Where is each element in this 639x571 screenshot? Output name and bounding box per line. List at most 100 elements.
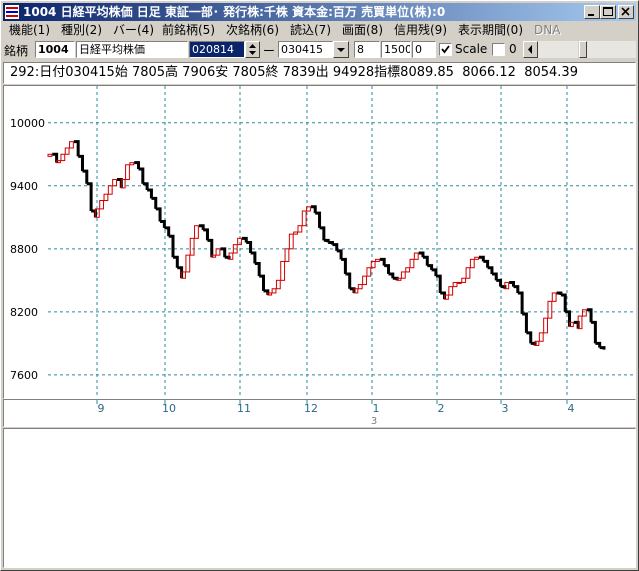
candle-down: [341, 257, 347, 275]
candle-up: [288, 233, 294, 250]
candle-down: [517, 291, 524, 314]
menu-type[interactable]: 種別(2): [61, 22, 102, 39]
candle-down: [483, 259, 490, 268]
candle-down: [160, 220, 166, 228]
maximize-button[interactable]: [600, 5, 616, 19]
year-label: 3: [371, 416, 377, 426]
menu-function[interactable]: 機能(1): [9, 22, 50, 39]
candle-up: [409, 258, 415, 269]
candle-down: [332, 243, 339, 251]
scrollbar-thumb[interactable]: [579, 41, 587, 58]
candle-down: [246, 241, 253, 254]
candle-down: [345, 272, 352, 289]
menu-margin[interactable]: 信用残(9): [394, 22, 447, 39]
menu-screen[interactable]: 画面(8): [342, 22, 383, 39]
candle-down: [203, 228, 209, 241]
scroll-left-button[interactable]: [523, 41, 538, 58]
close-icon: [621, 7, 630, 16]
date-from-spinner[interactable]: [245, 41, 260, 58]
candle-down: [422, 255, 429, 266]
candle-up: [413, 252, 419, 260]
close-button[interactable]: [618, 5, 634, 19]
candle-down: [384, 264, 390, 275]
candle-down: [509, 280, 515, 287]
x-tick-label: 4: [568, 402, 575, 415]
candle-down: [479, 255, 485, 262]
stock-code-field[interactable]: 1004: [35, 41, 75, 58]
scrollbar-track[interactable]: [538, 41, 578, 58]
candle-up: [125, 164, 130, 180]
candle-down: [591, 320, 597, 344]
option-checkbox[interactable]: [492, 43, 505, 56]
app-window: 1004 日経平均株価 日足 東証一部･ 発行株:千株 資本金:百万 売買単位(…: [0, 0, 639, 571]
scale-checkbox[interactable]: [439, 43, 452, 56]
candle-down: [241, 236, 248, 243]
candle-down: [134, 161, 141, 169]
candle-down: [310, 205, 317, 214]
title-bar[interactable]: 1004 日経平均株価 日足 東証一部･ 発行株:千株 資本金:百万 売買単位(…: [3, 3, 636, 21]
menu-period[interactable]: 表示期間(0): [458, 22, 523, 39]
menu-next-stock[interactable]: 次銘柄(6): [226, 22, 279, 39]
option-value: 0: [509, 42, 517, 56]
param1-field[interactable]: 8: [354, 41, 380, 58]
stock-name-field[interactable]: 日経平均株価: [76, 41, 188, 58]
candle-down: [116, 177, 123, 188]
date-range-dash: ー: [263, 44, 276, 58]
chevron-down-icon: [337, 48, 345, 52]
candle-down: [207, 238, 214, 258]
candle-down: [224, 255, 231, 260]
x-tick-label: 2: [438, 402, 445, 415]
candle-up: [194, 225, 199, 239]
candle-down: [522, 312, 528, 333]
menu-prev-stock[interactable]: 前銘柄(5): [162, 22, 215, 39]
candle-down: [336, 249, 343, 260]
candle-up: [366, 267, 372, 277]
menu-bar: 機能(1) 種別(2) バー(4) 前銘柄(5) 次銘柄(6) 読込(7) 画面…: [3, 22, 636, 39]
candle-down: [151, 196, 158, 209]
minimize-button[interactable]: [584, 5, 600, 19]
candle-up: [357, 284, 363, 290]
candle-down: [172, 255, 179, 268]
candle-up: [469, 258, 475, 269]
menu-load[interactable]: 読込(7): [290, 22, 331, 39]
minimize-icon: [588, 14, 594, 16]
candle-up: [129, 162, 135, 166]
candle-up: [64, 147, 70, 155]
candle-up: [405, 267, 411, 273]
candle-down: [155, 207, 162, 222]
candle-down: [349, 287, 356, 293]
candle-down: [388, 272, 395, 279]
date-axis: 9 10 11 12 1 2 3 43: [96, 400, 575, 427]
candle-up: [275, 279, 281, 290]
candle-down: [177, 266, 184, 279]
date-to-dropdown[interactable]: [333, 41, 349, 58]
candle-down: [440, 291, 447, 300]
candle-down: [198, 224, 205, 230]
candle-down: [379, 257, 386, 266]
maximize-icon: [603, 7, 613, 16]
candle-down: [487, 266, 494, 275]
param3-field[interactable]: 0: [412, 41, 436, 58]
candle-down: [52, 152, 59, 163]
candle-up: [543, 317, 548, 334]
x-tick-label: 10: [162, 402, 176, 415]
candle-down: [319, 226, 326, 241]
scrollbar-track-right[interactable]: [587, 41, 636, 58]
candle-down: [78, 154, 84, 172]
candle-down: [496, 278, 503, 287]
candle-up: [60, 153, 66, 162]
menu-bar-type[interactable]: バー(4): [113, 22, 154, 39]
candle-down: [500, 285, 507, 289]
menu-dna[interactable]: DNA: [534, 22, 560, 39]
candle-down: [526, 331, 533, 344]
check-icon: [441, 45, 450, 54]
param2-field[interactable]: 1500: [381, 41, 411, 58]
candle-up: [297, 225, 303, 233]
candle-down: [418, 251, 425, 258]
date-from-field[interactable]: 020814: [189, 41, 245, 58]
candle-down: [263, 289, 270, 296]
y-tick-label: 7600: [10, 369, 38, 382]
price-chart-panel[interactable]: 10000 9400 8800 8200 7600: [3, 85, 636, 399]
indicator-panel[interactable]: [3, 428, 636, 568]
date-to-field[interactable]: 030415: [278, 41, 333, 58]
